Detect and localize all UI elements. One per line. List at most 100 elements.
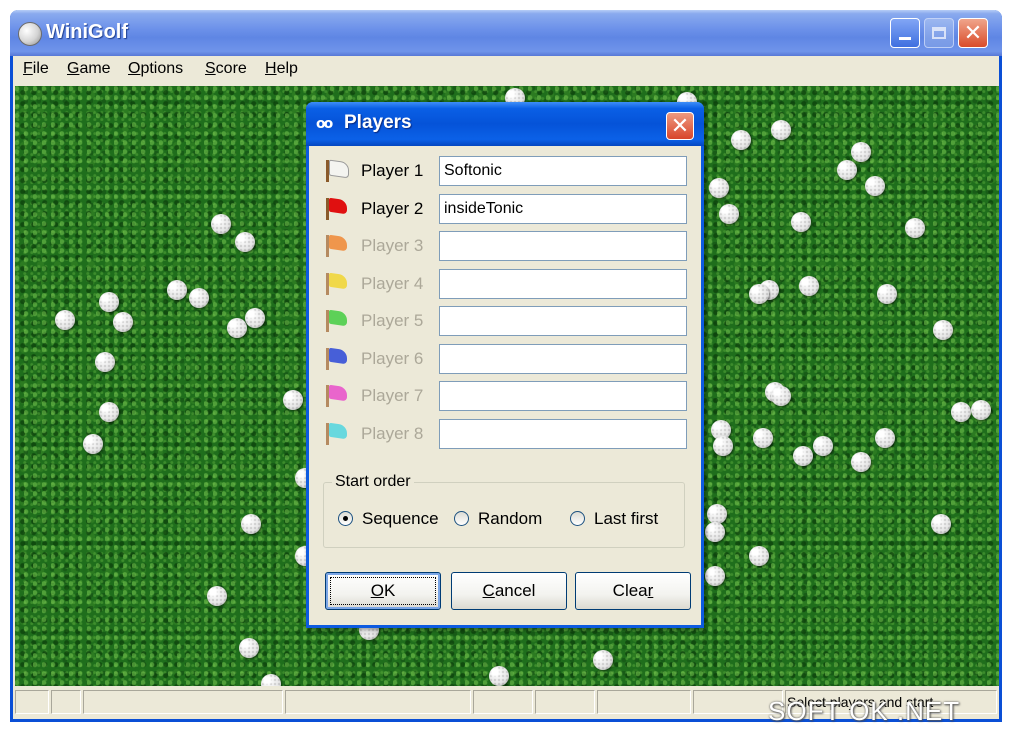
- menu-score-label: core: [215, 60, 247, 77]
- player-label: Player 1: [361, 161, 424, 180]
- golf-ball: [99, 292, 119, 312]
- minimize-icon: [899, 36, 911, 40]
- golf-ball: [951, 402, 971, 422]
- radio-label: Random: [478, 509, 543, 528]
- player-label: Player 5: [361, 311, 424, 330]
- player-name-input[interactable]: [439, 268, 687, 299]
- golf-ball: [207, 586, 227, 606]
- golf-ball: [227, 318, 247, 338]
- menu-help[interactable]: Help: [265, 60, 298, 78]
- golf-ball: [865, 176, 885, 196]
- golf-ball: [813, 436, 833, 456]
- golf-ball: [713, 436, 733, 456]
- player-row: Player 2: [323, 192, 687, 226]
- golf-ball: [235, 232, 255, 252]
- player-row: Player 5: [323, 304, 687, 338]
- window-title: WiniGolf: [46, 21, 129, 43]
- golf-ball: [55, 310, 75, 330]
- golf-ball: [489, 666, 509, 686]
- player-label: Player 6: [361, 348, 424, 368]
- flag-icon: [323, 421, 349, 447]
- golf-ball: [593, 650, 613, 670]
- close-button[interactable]: ✕: [958, 18, 988, 48]
- clear-button[interactable]: Clea r: [575, 572, 691, 610]
- golf-ball: [211, 214, 231, 234]
- start-order-group: Start order Sequence Random Last first: [323, 473, 685, 548]
- radio-indicator[interactable]: [570, 511, 585, 526]
- golf-ball: [719, 204, 739, 224]
- ok-button[interactable]: OK: [325, 572, 441, 610]
- menu-help-accel: H: [265, 60, 277, 77]
- golf-ball: [113, 312, 133, 332]
- close-icon: ✕: [963, 20, 983, 46]
- radio-indicator[interactable]: [454, 511, 469, 526]
- golf-ball: [709, 178, 729, 198]
- menu-file[interactable]: File: [23, 60, 49, 78]
- player-row: Player 4: [323, 267, 687, 301]
- player-name-input[interactable]: [439, 418, 687, 449]
- cancel-label: ancel: [494, 581, 536, 600]
- flag-icon: [323, 196, 349, 222]
- menu-help-label: elp: [276, 60, 298, 77]
- status-cell: [285, 690, 471, 714]
- golf-ball: [261, 674, 281, 686]
- golf-ball: [877, 284, 897, 304]
- maximize-button[interactable]: [924, 18, 954, 48]
- title-bar[interactable]: WiniGolf ✕: [10, 10, 1002, 56]
- menu-options-label: ptions: [140, 60, 184, 77]
- player-name-input[interactable]: [439, 156, 687, 186]
- menu-bar: File Game Options Score Help: [13, 56, 999, 84]
- dialog-close-button[interactable]: ✕: [666, 112, 694, 140]
- golf-ball: [753, 428, 773, 448]
- golf-ball: [799, 276, 819, 296]
- golf-ball: [705, 566, 725, 586]
- golf-ball: [933, 320, 953, 340]
- status-cell: [15, 690, 49, 714]
- golf-ball-icon: [18, 22, 42, 46]
- golf-ball: [791, 212, 811, 232]
- dialog-title-bar[interactable]: oo Players ✕: [306, 102, 704, 146]
- menu-score[interactable]: Score: [205, 60, 247, 78]
- golf-ball: [705, 522, 725, 542]
- golf-ball: [283, 390, 303, 410]
- flag-icon: [323, 346, 349, 372]
- eyes-icon: oo: [316, 116, 333, 132]
- player-name-input[interactable]: [439, 306, 687, 336]
- player-label: Player 3: [361, 236, 424, 255]
- menu-game-accel: G: [67, 60, 80, 77]
- player-name-input[interactable]: [439, 193, 687, 224]
- status-cell: [473, 690, 533, 714]
- player-name-input[interactable]: [439, 381, 687, 411]
- clear-label: Clea: [612, 581, 648, 600]
- golf-ball: [749, 284, 769, 304]
- flag-icon: [323, 308, 349, 334]
- golf-ball: [793, 446, 813, 466]
- minimize-button[interactable]: [890, 18, 920, 48]
- maximize-icon: [932, 27, 946, 39]
- player-label: Player 7: [361, 386, 424, 405]
- golf-ball: [851, 142, 871, 162]
- golf-ball: [83, 434, 103, 454]
- flag-icon: [323, 271, 349, 297]
- golf-ball: [239, 638, 259, 658]
- player-row: Player 6: [323, 342, 687, 376]
- golf-ball: [771, 120, 791, 140]
- status-cell: [51, 690, 81, 714]
- player-name-input[interactable]: [439, 231, 687, 261]
- radio-indicator[interactable]: [338, 511, 353, 526]
- status-cell: [535, 690, 595, 714]
- status-cell: [597, 690, 691, 714]
- clear-accel: r: [647, 581, 654, 600]
- players-dialog: oo Players ✕ Player 1 Player 2 Player 3 Pla…: [306, 102, 704, 628]
- menu-file-label: ile: [32, 60, 49, 77]
- player-row: Player 1: [323, 154, 687, 188]
- menu-options[interactable]: Options: [128, 60, 183, 78]
- player-label: Player 4: [361, 273, 424, 293]
- player-name-input[interactable]: [439, 343, 687, 374]
- menu-game[interactable]: Game: [67, 60, 111, 78]
- golf-ball: [851, 452, 871, 472]
- cancel-button[interactable]: Cancel: [451, 572, 567, 610]
- flag-icon: [323, 158, 349, 184]
- start-order-legend: Start order: [332, 473, 414, 491]
- golf-ball: [189, 288, 209, 308]
